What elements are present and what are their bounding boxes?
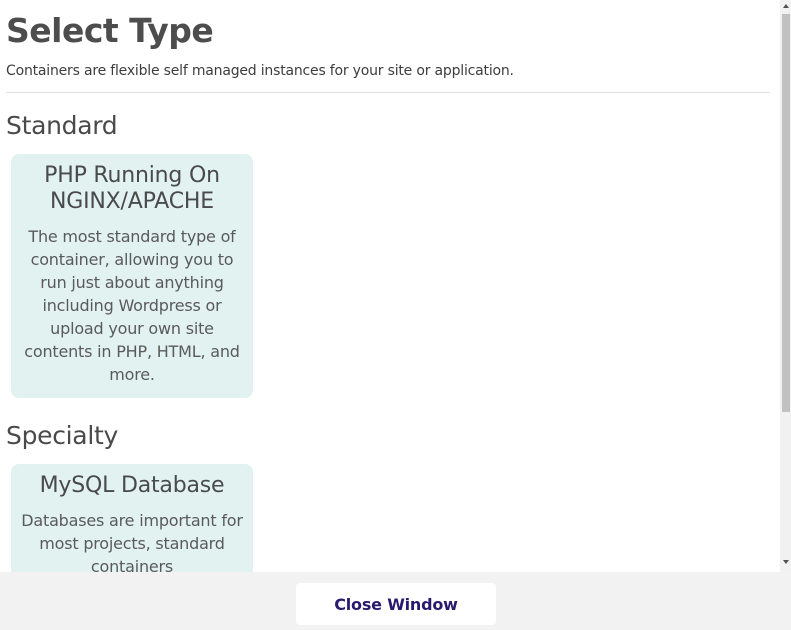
card-title: MySQL Database xyxy=(39,473,225,498)
header-divider xyxy=(6,92,770,93)
select-type-modal: Select Type Containers are flexible self… xyxy=(0,0,791,630)
scrollbar-thumb[interactable] xyxy=(782,14,790,412)
section-heading-specialty: Specialty xyxy=(6,421,118,450)
vertical-scrollbar[interactable] xyxy=(780,0,791,572)
section-heading-standard: Standard xyxy=(6,111,118,140)
page-title: Select Type xyxy=(6,11,214,50)
modal-scroll-area[interactable]: Select Type Containers are flexible self… xyxy=(0,0,780,572)
card-description: The most standard type of container, all… xyxy=(24,227,240,384)
card-title: PHP Running On NGINX/APACHE xyxy=(44,163,220,214)
close-window-button[interactable]: Close Window xyxy=(296,583,496,625)
container-type-card-mysql[interactable]: MySQL Database Databases are important f… xyxy=(11,464,253,572)
container-type-card-php[interactable]: PHP Running On NGINX/APACHE The most sta… xyxy=(11,154,253,398)
card-description: Databases are important for most project… xyxy=(21,511,243,572)
page-subtitle: Containers are flexible self managed ins… xyxy=(6,63,514,79)
scroll-down-arrow-icon[interactable] xyxy=(783,560,789,564)
modal-footer: Close Window xyxy=(0,572,791,630)
scroll-up-arrow-icon[interactable] xyxy=(783,4,789,8)
modal-content: Select Type Containers are flexible self… xyxy=(0,0,780,572)
